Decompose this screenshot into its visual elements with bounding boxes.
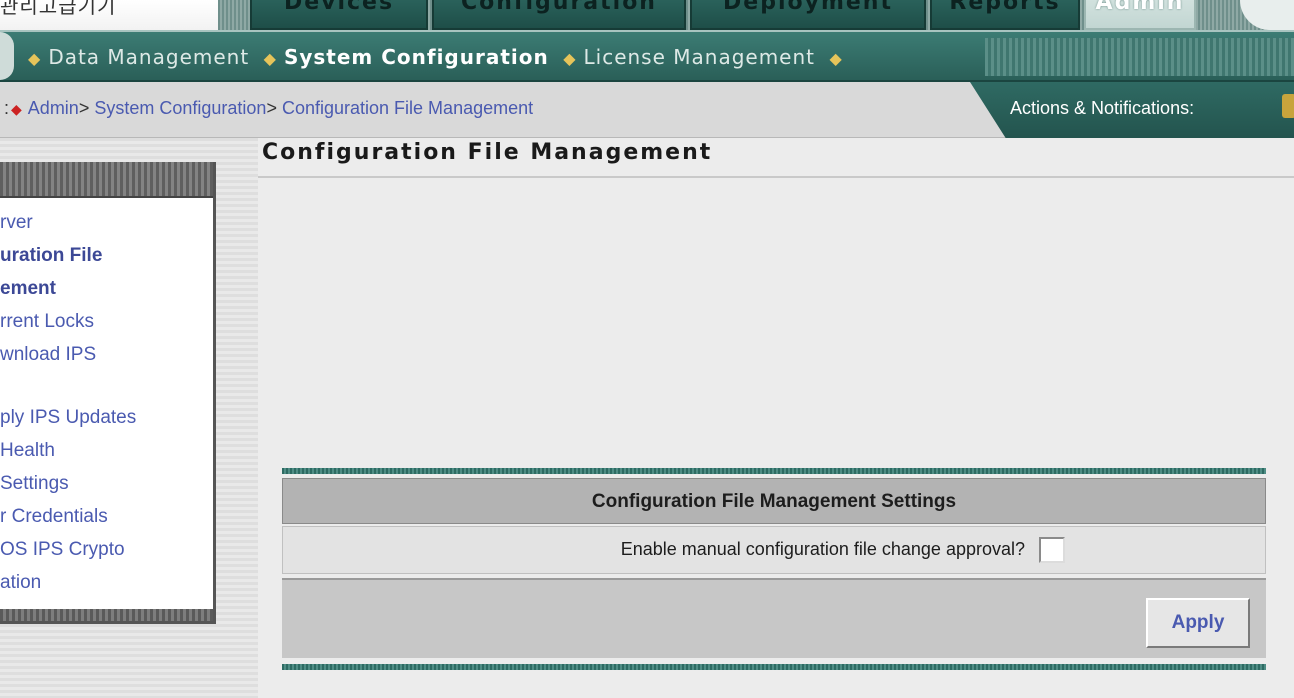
action-bar: Apply bbox=[282, 578, 1266, 658]
approval-checkbox[interactable] bbox=[1039, 537, 1065, 563]
breadcrumb: : ◆ Admin> System Configuration> Configura… bbox=[4, 98, 533, 119]
sidebar-item-settings[interactable]: Settings bbox=[0, 467, 213, 500]
sidebar: rver uration File ement rrent Locks wnlo… bbox=[0, 162, 216, 624]
diamond-bullet-icon: ◆ bbox=[28, 51, 41, 68]
sidebar-item-configuration-file-management[interactable]: uration File bbox=[0, 239, 213, 272]
diamond-bullet-icon: ◆ bbox=[263, 51, 276, 68]
breadcrumb-separator: > bbox=[78, 98, 90, 118]
approval-row: Enable manual configuration file change … bbox=[282, 526, 1266, 574]
diamond-bullet-icon: ◆ bbox=[829, 51, 842, 68]
actions-notifications[interactable]: Actions & Notifications: bbox=[970, 82, 1294, 138]
breadcrumb-separator: > bbox=[266, 98, 277, 118]
main-tab-bar: 관리고급기기 Devices Configuration Deployment … bbox=[0, 0, 1294, 30]
sidebar-item-server[interactable]: rver bbox=[0, 206, 213, 239]
sidebar-header bbox=[0, 162, 213, 198]
sidebar-item-download-ips[interactable]: wnload IPS bbox=[0, 338, 213, 371]
subnav-stripe bbox=[985, 38, 1294, 76]
sidebar-footer bbox=[0, 609, 213, 621]
sidebar-item-ios-ips-crypto[interactable]: OS IPS Crypto bbox=[0, 533, 213, 566]
breadcrumb-configuration-file-management: Configuration File Management bbox=[281, 98, 534, 118]
tab-reports[interactable]: Reports bbox=[930, 0, 1080, 30]
window-corner-text: 관리고급기기 bbox=[0, 0, 117, 18]
tab-admin[interactable]: Admin bbox=[1084, 0, 1196, 30]
sidebar-item-credentials[interactable]: r Credentials bbox=[0, 500, 213, 533]
panel-bottom-rule bbox=[282, 664, 1266, 670]
sidebar-item-apply-ips-updates[interactable]: ply IPS Updates bbox=[0, 401, 213, 434]
settings-panel: Configuration File Management Settings E… bbox=[282, 468, 1266, 672]
subnav-system-configuration[interactable]: System Configuration bbox=[284, 45, 549, 69]
apply-button[interactable]: Apply bbox=[1146, 598, 1250, 648]
notification-icon[interactable] bbox=[1282, 94, 1294, 118]
diamond-bullet-icon: ◆ bbox=[563, 51, 576, 68]
breadcrumb-prefix: : bbox=[4, 98, 10, 118]
sidebar-item-current-locks[interactable]: rrent Locks bbox=[0, 305, 213, 338]
title-divider bbox=[258, 176, 1294, 178]
tab-devices[interactable]: Devices bbox=[250, 0, 428, 30]
settings-header: Configuration File Management Settings bbox=[282, 478, 1266, 524]
subnav-license-management[interactable]: License Management bbox=[584, 45, 816, 69]
page-title: Configuration File Management bbox=[262, 140, 713, 165]
breadcrumb-system-configuration[interactable]: System Configuration bbox=[94, 98, 266, 118]
red-bullet-icon: ◆ bbox=[11, 101, 22, 117]
approval-question: Enable manual configuration file change … bbox=[620, 539, 1025, 559]
sidebar-item-ios-ips-crypto-line2[interactable]: ation bbox=[0, 566, 213, 599]
breadcrumb-admin[interactable]: Admin bbox=[28, 98, 79, 118]
sub-navigation: ◆ Data Management ◆ System Configuration ◆… bbox=[0, 30, 1294, 82]
tab-configuration[interactable]: Configuration bbox=[432, 0, 686, 30]
actions-label: Actions & Notifications: bbox=[1010, 98, 1195, 118]
sidebar-item-health[interactable]: Health bbox=[0, 434, 213, 467]
subnav-left-cap bbox=[0, 32, 14, 80]
sidebar-item-configuration-file-management-line2[interactable]: ement bbox=[0, 272, 213, 305]
tab-deployment[interactable]: Deployment bbox=[690, 0, 926, 30]
subnav-data-management[interactable]: Data Management bbox=[48, 45, 249, 69]
panel-top-rule bbox=[282, 468, 1266, 474]
